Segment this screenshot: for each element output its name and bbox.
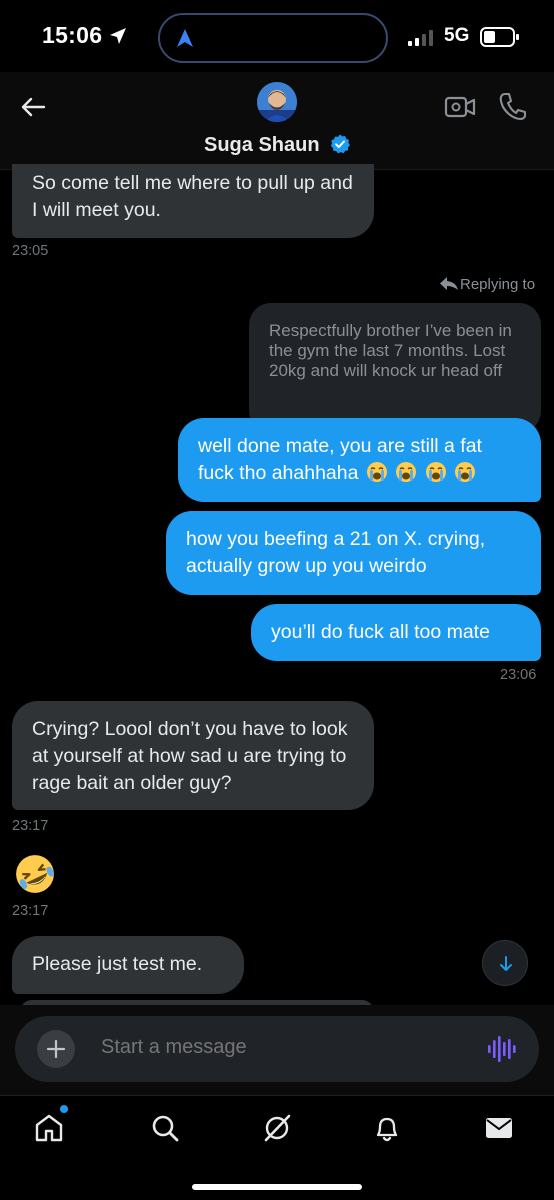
message-composer (15, 1016, 539, 1082)
message-input[interactable] (101, 1036, 461, 1059)
location-arrow-icon (110, 28, 126, 44)
contact-name-row: Suga Shaun (0, 134, 554, 157)
message-text: Crying? Loool don’t you have to look at … (32, 718, 348, 794)
loudly-crying-emoji-icon (425, 462, 446, 482)
scroll-to-bottom-button[interactable] (482, 940, 528, 986)
plus-icon (46, 1039, 66, 1059)
home-indicator (192, 1184, 362, 1190)
battery-icon (480, 27, 519, 47)
loudly-crying-emoji-icon (396, 462, 417, 482)
contact-name[interactable]: Suga Shaun (204, 134, 320, 156)
navigation-arrow-icon (177, 29, 193, 47)
verified-badge-icon (330, 134, 351, 154)
avatar[interactable] (257, 82, 297, 122)
avatar-image (257, 82, 297, 122)
message-timestamp: 23:05 (12, 243, 49, 259)
voice-icon[interactable] (487, 1036, 517, 1062)
notification-dot (60, 1105, 68, 1113)
message-text: how you beefing a 21 on X. crying, actua… (186, 528, 486, 577)
message-bubble-received[interactable]: So come tell me where to pull up and I w… (12, 164, 374, 238)
message-bubble-sent[interactable]: well done mate, you are still a fat fuck… (178, 418, 541, 502)
phone-icon[interactable] (498, 90, 528, 122)
home-icon[interactable] (34, 1113, 64, 1143)
message-bubble-sent[interactable]: how you beefing a 21 on X. crying, actua… (166, 511, 541, 595)
replying-to-text: Replying to (460, 276, 536, 293)
grok-icon[interactable] (262, 1113, 292, 1143)
search-icon[interactable] (150, 1113, 180, 1143)
rolling-laughing-emoji-icon[interactable] (14, 853, 56, 895)
mail-icon[interactable] (484, 1113, 514, 1143)
video-call-icon[interactable] (444, 92, 476, 122)
loudly-crying-emoji-icon (366, 462, 387, 482)
conversation-header: Suga Shaun (0, 72, 554, 170)
loudly-crying-emoji-icon (455, 462, 476, 482)
add-media-button[interactable] (37, 1030, 75, 1068)
network-label: 5G (444, 25, 470, 46)
signal-icon (408, 30, 433, 46)
message-text: So come tell me where to pull up and I w… (32, 172, 353, 221)
quoted-text: Respectfully brother I’ve been in the gy… (269, 321, 512, 380)
bell-icon[interactable] (372, 1113, 402, 1143)
dynamic-island (158, 13, 388, 63)
message-text: you’ll do fuck all too mate (271, 621, 490, 643)
message-timestamp: 23:06 (500, 667, 537, 683)
message-bubble-received[interactable]: Crying? Loool don’t you have to look at … (12, 701, 374, 810)
message-timestamp: 23:17 (12, 818, 49, 834)
status-time: 15:06 (42, 22, 103, 48)
arrow-down-icon (500, 956, 512, 971)
status-bar: 15:06 5G (0, 0, 554, 72)
reply-arrow-icon (440, 277, 458, 290)
back-arrow-icon[interactable] (18, 92, 48, 122)
message-timestamp: 23:17 (12, 903, 49, 919)
quoted-message[interactable]: Respectfully brother I’ve been in the gy… (249, 303, 541, 433)
message-bubble-sent[interactable]: you’ll do fuck all too mate (251, 604, 541, 661)
replying-to-label: Replying to (440, 276, 535, 293)
message-bubble-received[interactable]: Please just test me. (12, 936, 244, 994)
message-text: Please just test me. (32, 953, 203, 975)
